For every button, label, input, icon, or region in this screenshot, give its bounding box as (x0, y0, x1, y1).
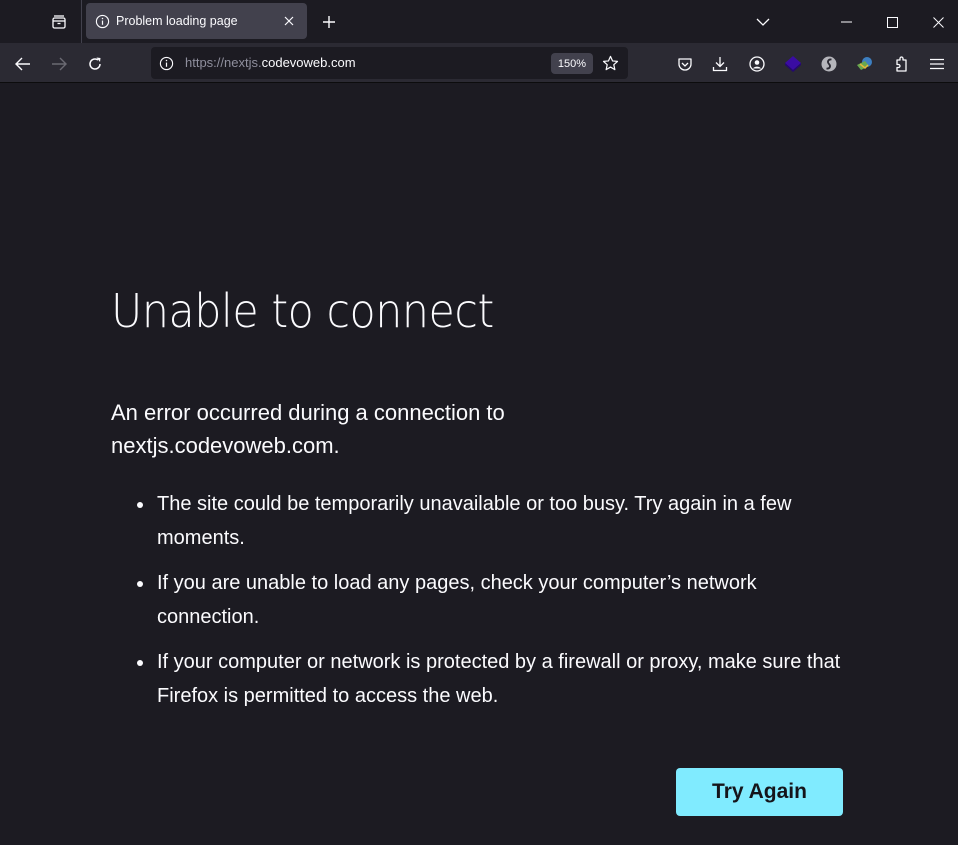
bookmark-star-icon[interactable] (601, 54, 619, 72)
site-info-icon[interactable] (158, 55, 174, 71)
try-again-button[interactable]: Try Again (676, 768, 843, 816)
back-icon[interactable] (10, 51, 36, 77)
tab-separator (81, 0, 82, 43)
suggestion-item: If your computer or network is protected… (135, 645, 855, 713)
minimize-icon[interactable] (833, 9, 859, 35)
error-page: Unable to connect An error occurred duri… (0, 84, 958, 845)
new-tab-icon[interactable] (316, 9, 342, 35)
suggestion-item: The site could be temporarily unavailabl… (135, 487, 855, 555)
forward-icon[interactable] (46, 51, 72, 77)
tab-title: Problem loading page (116, 14, 238, 28)
error-description: An error occurred during a connection to… (111, 400, 505, 458)
suggestion-item: If you are unable to load any pages, che… (135, 566, 855, 634)
url-text[interactable]: https://nextjs.codevoweb.com (185, 55, 356, 70)
extension-purple-cube-icon[interactable] (780, 51, 806, 77)
navigation-toolbar: https://nextjs.codevoweb.com 150% (0, 43, 958, 83)
error-title: Unable to connect (111, 284, 494, 338)
extension-s-icon[interactable] (816, 51, 842, 77)
url-host: codevoweb.com (261, 55, 356, 70)
menu-hamburger-icon[interactable] (924, 51, 950, 77)
url-scheme: https:// (185, 55, 225, 70)
extensions-puzzle-icon[interactable] (888, 51, 914, 77)
account-icon[interactable] (744, 51, 770, 77)
url-bar[interactable]: https://nextjs.codevoweb.com 150% (151, 47, 628, 79)
window-close-icon[interactable] (925, 9, 951, 35)
close-tab-icon[interactable] (281, 13, 297, 29)
error-suggestions-list: The site could be temporarily unavailabl… (135, 487, 855, 724)
maximize-icon[interactable] (879, 9, 905, 35)
zoom-level-button[interactable]: 150% (551, 53, 593, 74)
url-subdomain: nextjs. (224, 55, 262, 70)
downloads-icon[interactable] (707, 51, 733, 77)
tab-active[interactable]: Problem loading page (86, 3, 307, 39)
tab-bar: Problem loading page (0, 0, 958, 43)
pocket-icon[interactable] (672, 51, 698, 77)
extension-idm-icon[interactable] (852, 51, 878, 77)
info-icon (94, 13, 110, 29)
list-all-tabs-icon[interactable] (750, 9, 776, 35)
firefox-view-icon[interactable] (46, 9, 72, 35)
reload-icon[interactable] (82, 51, 108, 77)
